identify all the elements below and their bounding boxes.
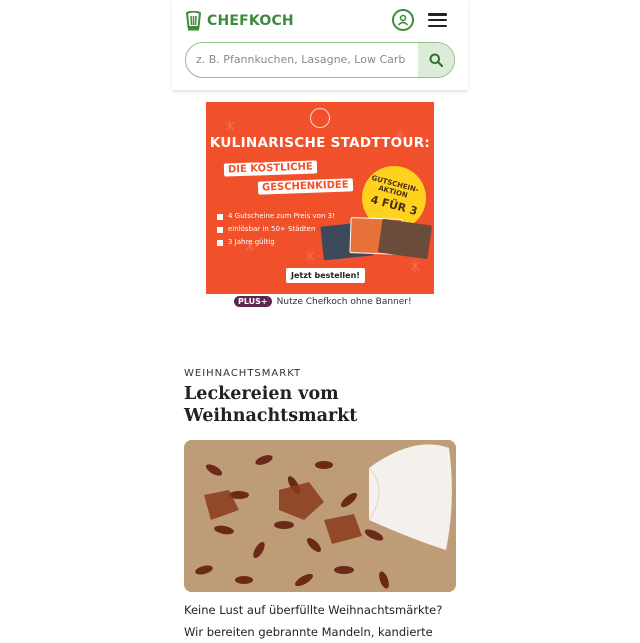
ad-bullet: einlösbar in 50+ Städten — [217, 223, 335, 236]
chef-hat-icon — [185, 11, 202, 31]
article-teaser: Keine Lust auf überfüllte Weihnachtsmärk… — [184, 603, 443, 639]
order-now-button[interactable]: Jetzt bestellen! — [286, 268, 365, 283]
search-bar — [185, 42, 455, 78]
candied-nuts-photo — [184, 440, 456, 592]
ad-bullet-list: 4 Gutscheine zum Preis von 3! einlösbar … — [217, 210, 335, 249]
article-kicker: WEIHNACHTSMARKT — [184, 368, 302, 379]
brand-name: CHEFKOCH — [207, 13, 294, 29]
ad-logo-badge — [310, 108, 330, 128]
chefkoch-logo[interactable]: CHEFKOCH — [185, 10, 294, 32]
plus-promo[interactable]: PLUS+ Nutze Chefkoch ohne Banner! — [234, 296, 412, 307]
site-header: CHEFKOCH — [172, 0, 468, 90]
article-title[interactable]: Leckereien vom Weihnachtsmarkt — [184, 383, 454, 427]
voucher-images — [320, 216, 433, 272]
ad-title: KULINARISCHE STADTTOUR: — [209, 135, 431, 151]
user-account-button[interactable] — [392, 9, 414, 31]
article-image[interactable] — [184, 440, 456, 592]
search-icon — [429, 53, 443, 67]
ad-banner[interactable]: KULINARISCHE STADTTOUR: DIE KÖSTLICHE GE… — [206, 102, 434, 294]
search-input[interactable] — [186, 43, 428, 76]
gift-icon — [217, 213, 223, 220]
voucher-card — [377, 218, 433, 260]
hamburger-menu-icon[interactable] — [428, 13, 447, 27]
ad-bullet: 3 Jahre gültig — [217, 236, 335, 249]
plus-text: Nutze Chefkoch ohne Banner! — [276, 296, 412, 307]
gift-icon — [217, 239, 223, 246]
plus-badge: PLUS+ — [234, 296, 272, 307]
user-icon — [397, 14, 409, 26]
ad-bullet: 4 Gutscheine zum Preis von 3! — [217, 210, 335, 223]
gift-icon — [217, 226, 223, 233]
search-button[interactable] — [418, 43, 454, 77]
